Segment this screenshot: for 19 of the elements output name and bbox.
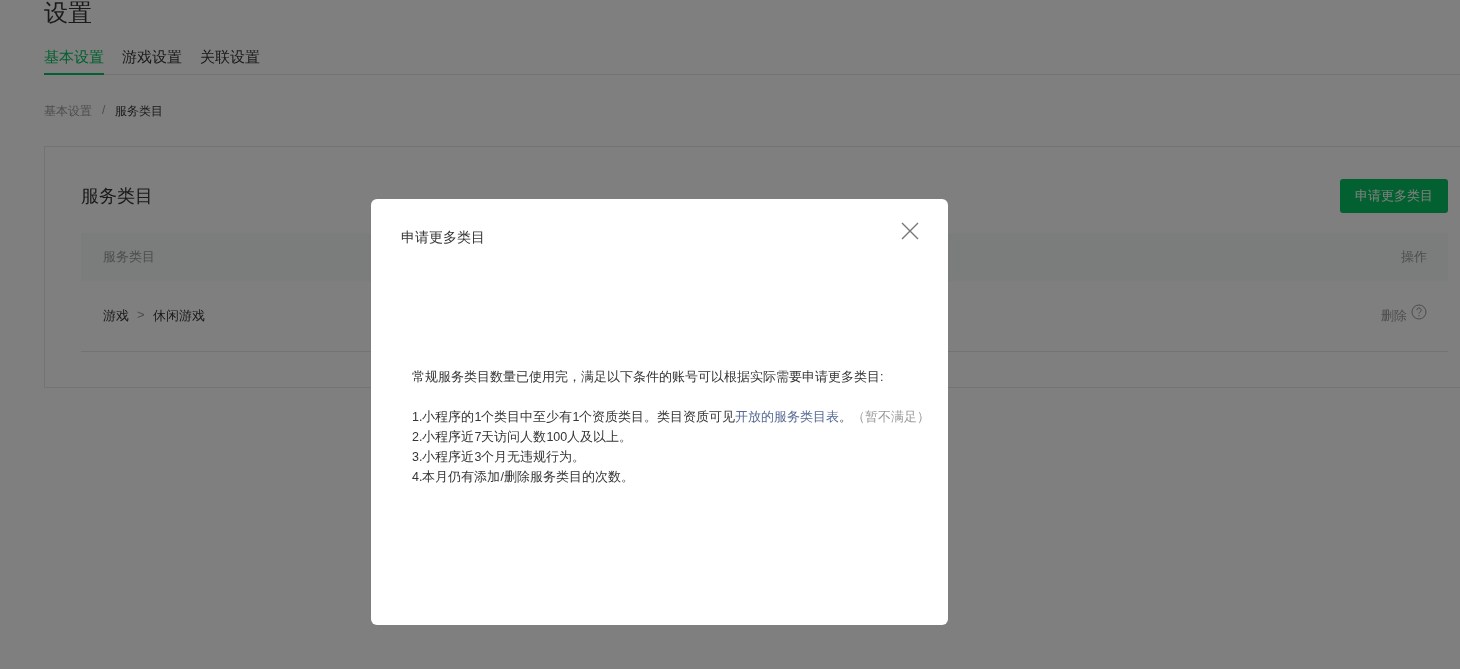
dialog-title: 申请更多类目	[401, 229, 485, 247]
breadcrumb-item: 服务类目	[115, 103, 164, 120]
tab[interactable]: 关联设置	[200, 48, 260, 75]
card-title: 服务类目	[81, 185, 153, 208]
tab[interactable]: 游戏设置	[122, 48, 182, 75]
category-table-link[interactable]: 开放的服务类目表	[735, 410, 840, 424]
criterion-text: 1.小程序的1个类目中至少有1个资质类目。类目资质可见开放的服务类目表。（暂不满足）	[412, 409, 932, 426]
category-name: 游戏	[103, 307, 129, 325]
criterion-text: 3.小程序近3个月无违规行为。	[412, 449, 587, 466]
apply-button[interactable]: 申请更多类目	[1340, 179, 1448, 213]
category-separator: >	[137, 307, 145, 324]
criterion-text: 2.小程序近7天访问人数100人及以上。	[412, 429, 634, 446]
page-title: 设置	[44, 0, 93, 26]
breadcrumb-separator: /	[102, 103, 106, 119]
category-name: 休闲游戏	[152, 307, 205, 325]
criterion-text: 4.本月仍有添加/删除服务类目的次数。	[412, 469, 635, 486]
dialog-intro: 常规服务类目数量已使用完，满足以下条件的账号可以根据实际需要申请更多类目:	[412, 369, 885, 386]
close-icon[interactable]	[900, 221, 920, 241]
tab[interactable]: 基本设置	[44, 48, 104, 75]
